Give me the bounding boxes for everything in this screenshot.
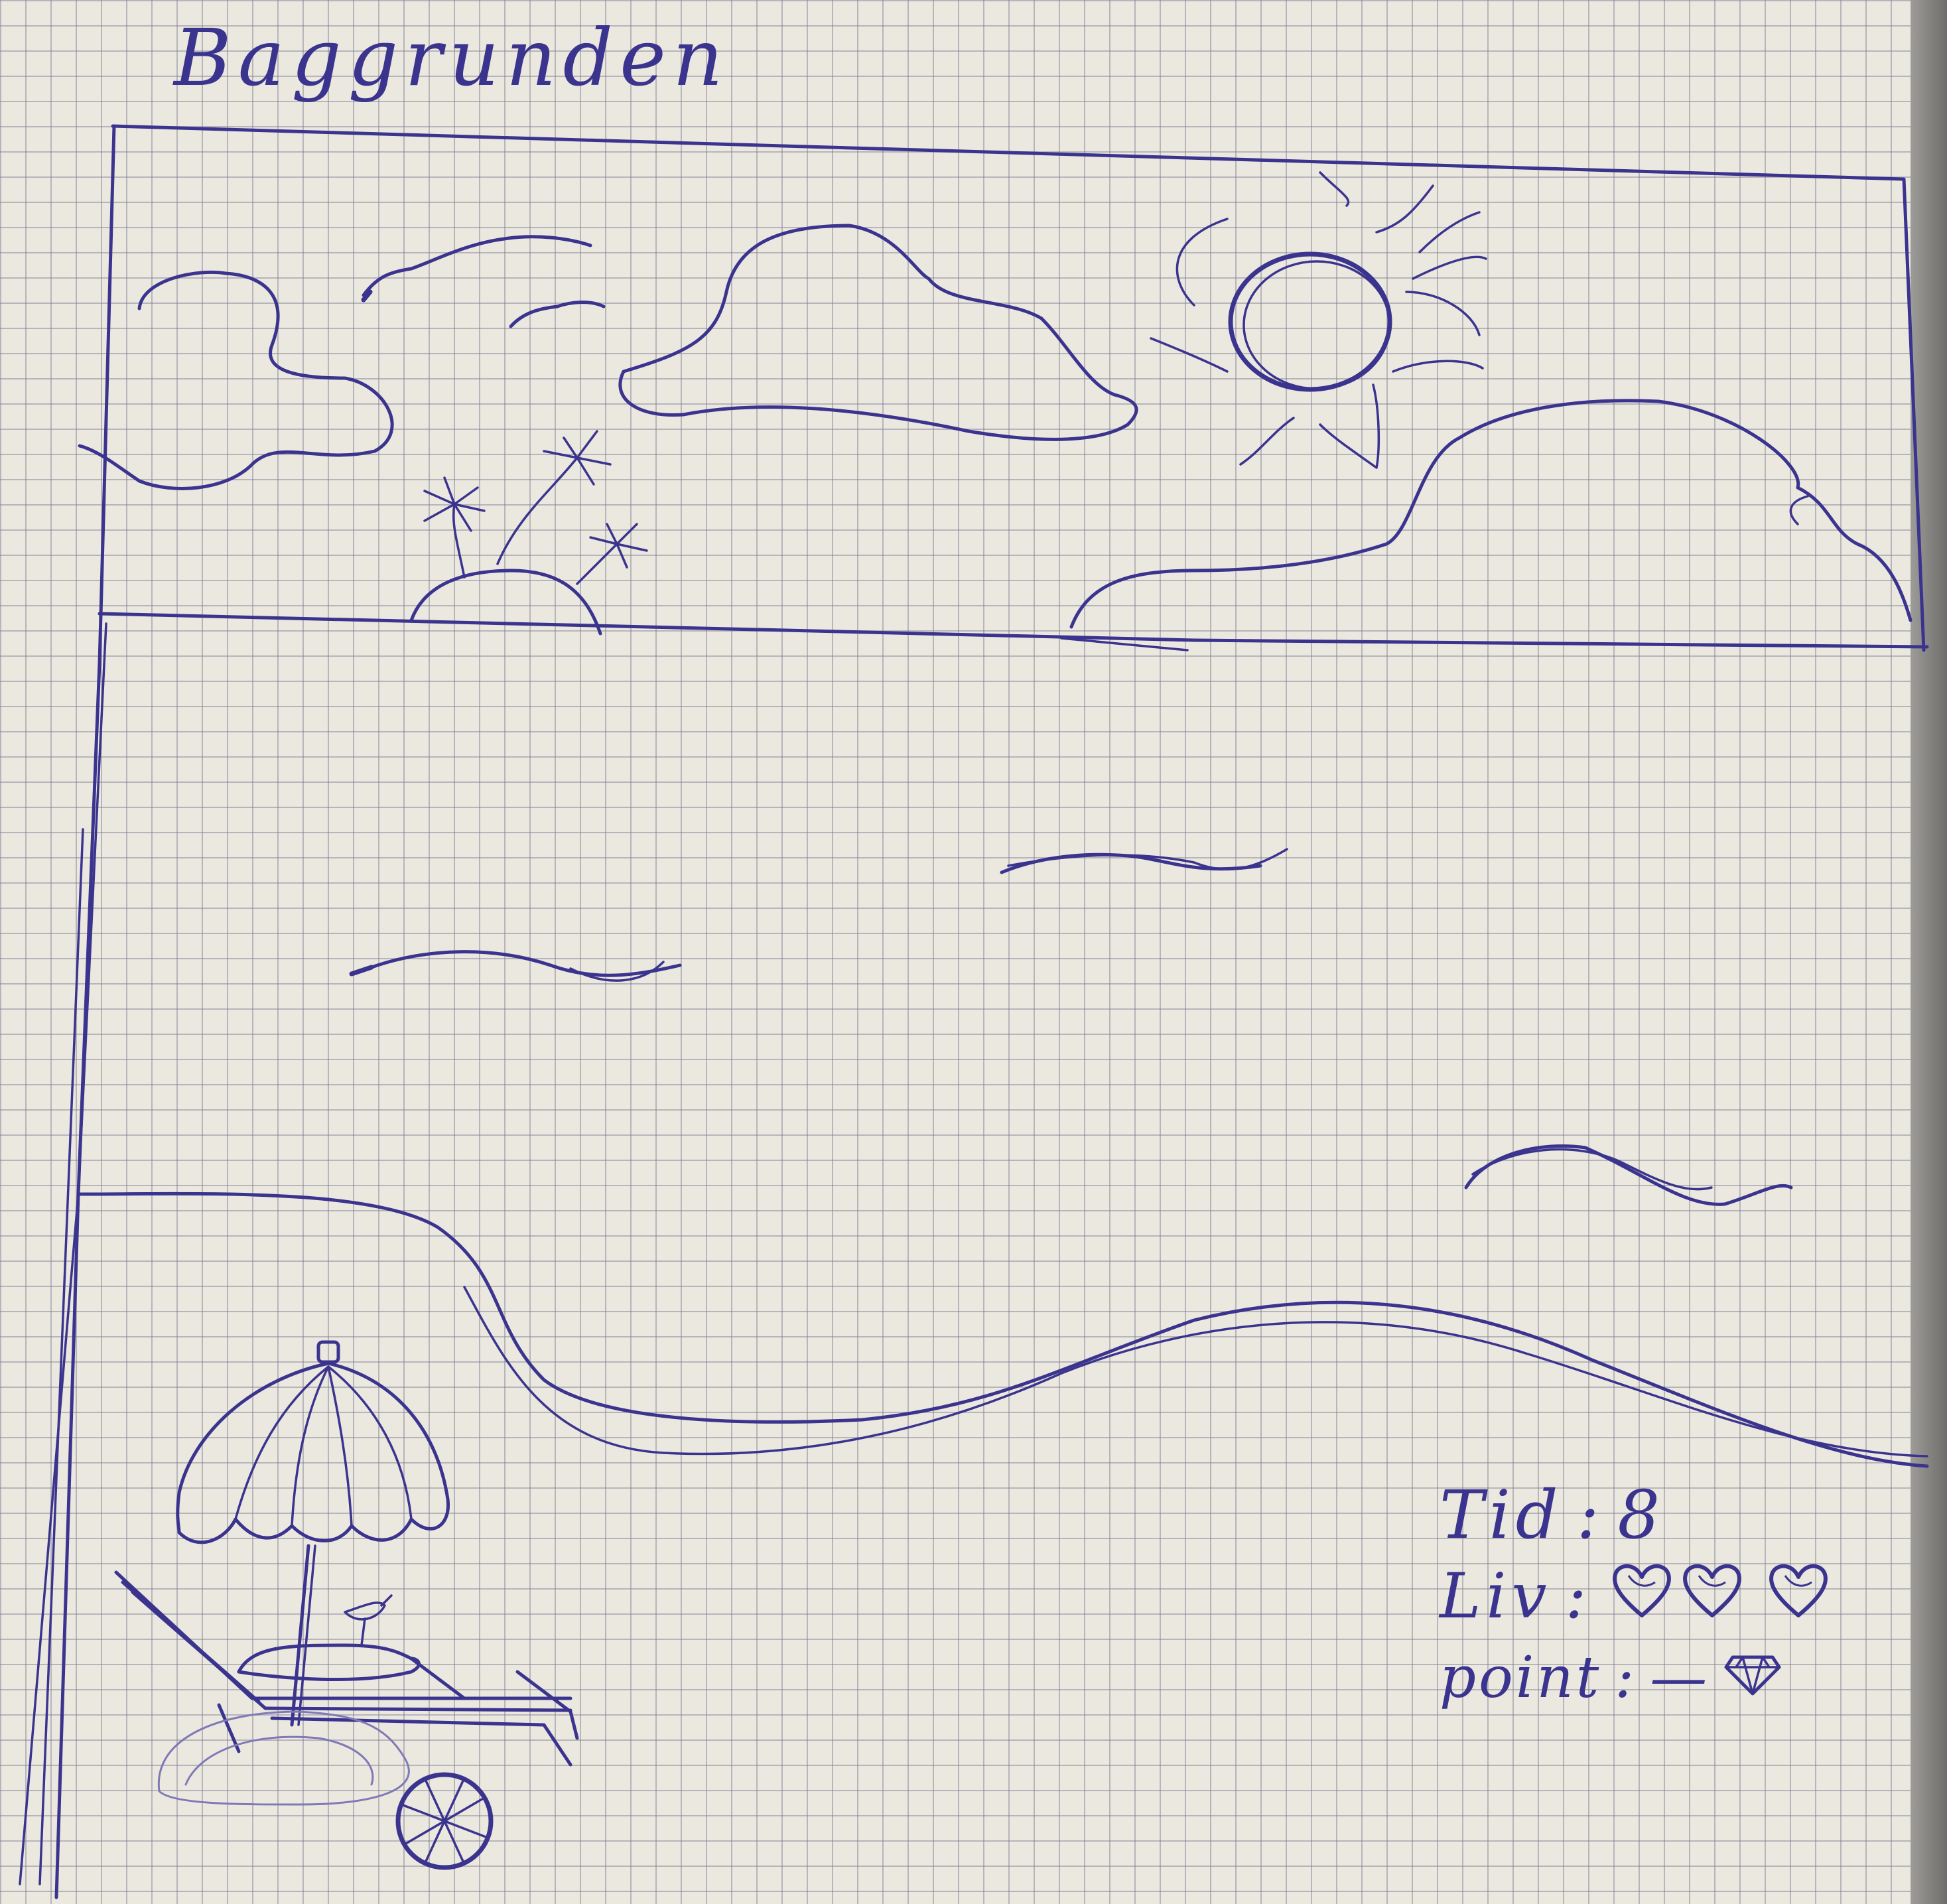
lives-hearts — [1605, 1556, 1832, 1637]
shoreline — [76, 1191, 1929, 1468]
wave-icon — [1000, 848, 1288, 874]
heart-icon — [1765, 1556, 1832, 1637]
diamond-icon — [1723, 1644, 1782, 1711]
points-value: — — [1650, 1644, 1710, 1711]
heart-icon — [1609, 1556, 1675, 1637]
palm-island-icon — [409, 430, 648, 636]
time-value: 8 — [1617, 1476, 1666, 1554]
cloud-icon — [1069, 399, 1913, 629]
sand-mound — [157, 1710, 410, 1806]
wave-icon — [349, 950, 682, 982]
points-label: point — [1440, 1644, 1602, 1711]
horizon-line — [98, 612, 1929, 649]
time-label: Tid — [1440, 1476, 1564, 1554]
points-separator: : — [1615, 1644, 1637, 1711]
lives-label: Liv — [1440, 1560, 1552, 1633]
sun-icon — [1150, 171, 1487, 469]
lives-separator: : — [1565, 1560, 1592, 1633]
hud-time: Tid : 8 — [1440, 1476, 1665, 1554]
heart-icon — [1679, 1556, 1745, 1637]
drink-glass-icon — [344, 1594, 393, 1647]
deck-chair-icon — [114, 1570, 579, 1767]
beach-ball-icon — [395, 1772, 494, 1870]
bird-icon — [509, 301, 606, 328]
time-separator: : — [1576, 1476, 1605, 1554]
hud-lives: Liv : — [1440, 1556, 1832, 1637]
wave-icon — [1464, 1144, 1793, 1206]
bird-icon — [361, 235, 592, 303]
cloud-icon — [78, 270, 394, 490]
hud-points: point : — — [1440, 1644, 1782, 1711]
cloud-icon — [618, 224, 1138, 441]
